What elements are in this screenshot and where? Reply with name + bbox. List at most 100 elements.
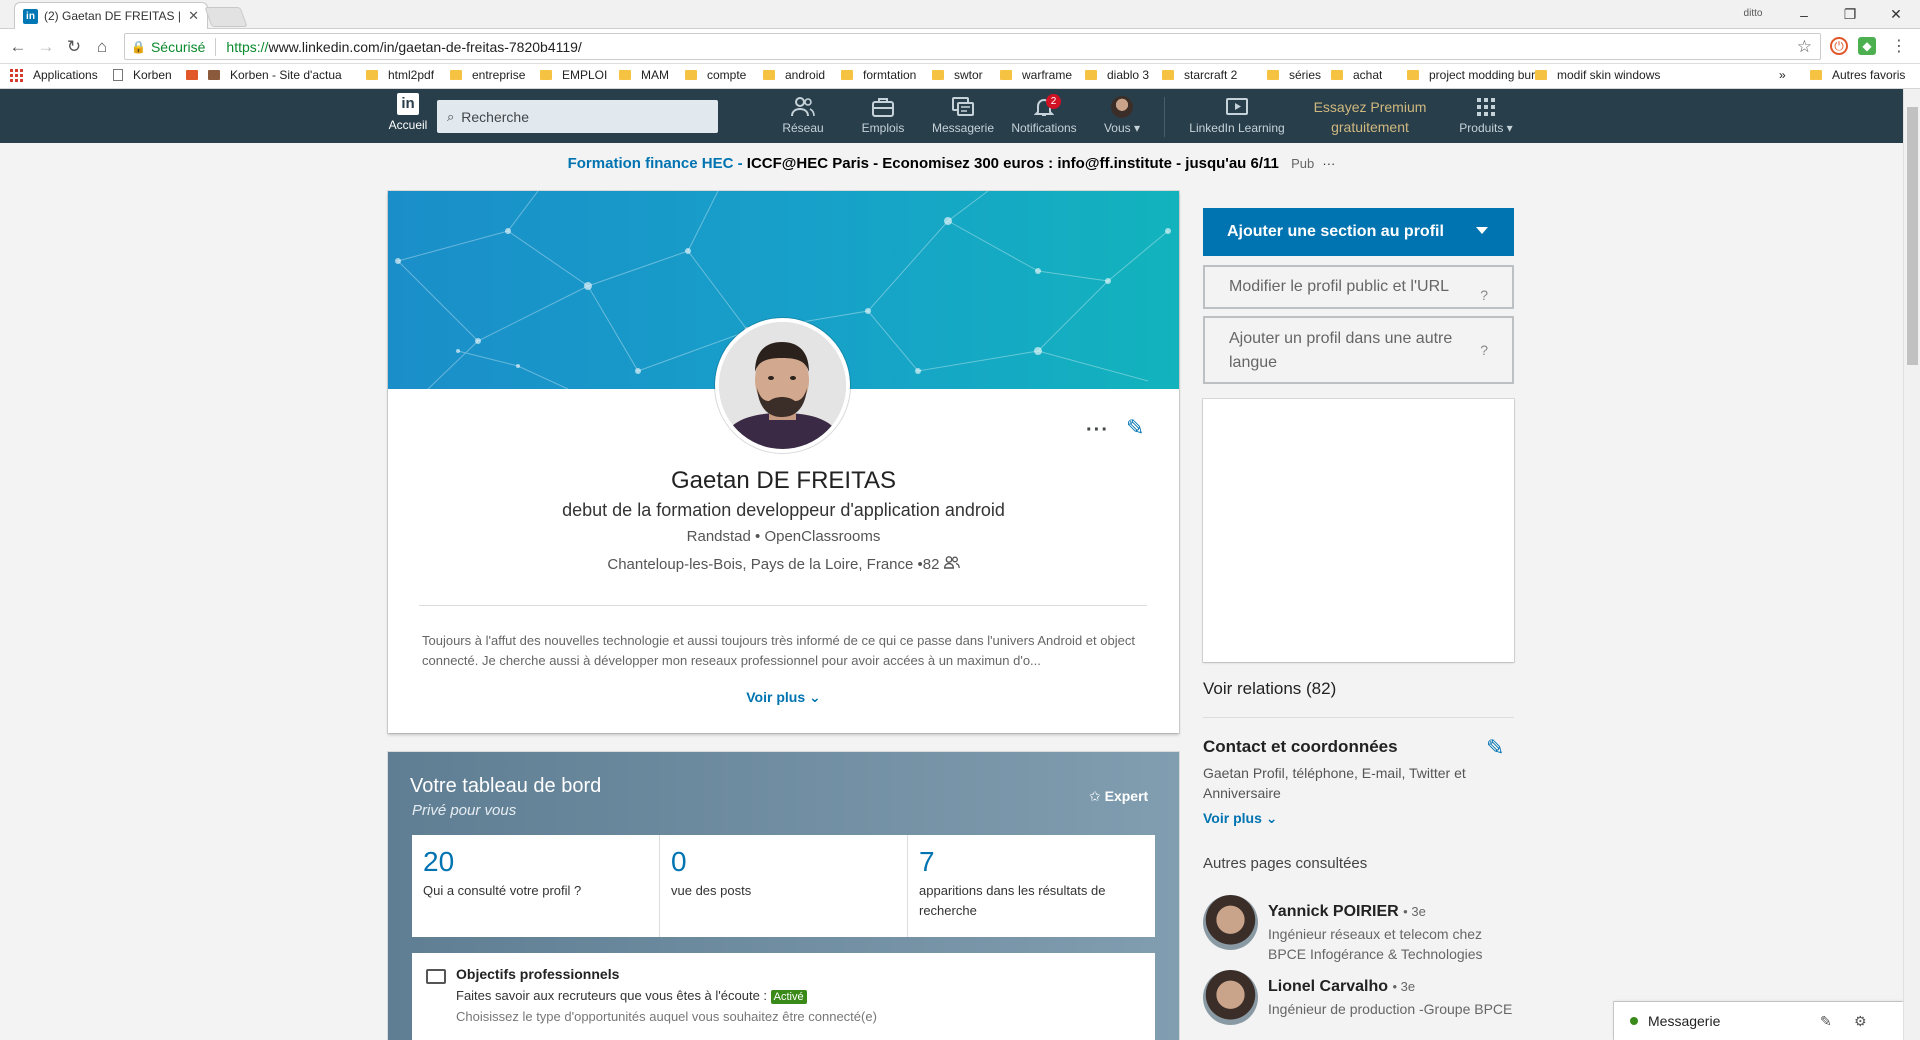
avatar[interactable] — [1203, 895, 1258, 950]
bookmark-label: entreprise — [472, 68, 526, 82]
person-role: Ingénieur réseaux et telecom chez BPCE I… — [1268, 926, 1483, 962]
bookmark-item[interactable]: Korben - Site d'actua — [186, 68, 351, 82]
bookmark-item[interactable]: Autres favoris — [1810, 68, 1905, 82]
home-link[interactable]: in Accueil — [386, 93, 430, 132]
more-options-icon[interactable]: ··· — [1086, 419, 1109, 442]
person-name[interactable]: Lionel Carvalho • 3e — [1268, 978, 1415, 996]
profile-photo[interactable] — [715, 318, 850, 453]
nav-emplois[interactable]: Emplois — [858, 96, 908, 135]
bookmark-item[interactable]: project modding bur — [1407, 68, 1537, 82]
active-badge: Activé — [770, 990, 807, 1004]
new-tab-button[interactable] — [204, 7, 248, 27]
nav-vous[interactable]: Vous ▾ — [1100, 96, 1144, 135]
stat-number: 7 — [919, 846, 935, 877]
grid-icon — [1454, 96, 1518, 118]
page-scrollbar[interactable] — [1903, 89, 1920, 1040]
bookmark-item[interactable]: warframe — [1000, 68, 1072, 82]
edit-profile-pencil-icon[interactable]: ✎ — [1126, 415, 1144, 441]
suggested-profile[interactable]: Yannick POIRIER • 3e Ingénieur réseaux e… — [1203, 895, 1533, 962]
restore-icon[interactable]: ❐ — [1827, 0, 1873, 29]
browser-window: in (2) Gaetan DE FREITAS | L ✕ ditto – ❐… — [0, 0, 1920, 1040]
messages-icon — [931, 96, 995, 118]
minimize-icon[interactable]: – — [1781, 0, 1827, 29]
messaging-bar[interactable]: Messagerie ✎ ⚙ — [1614, 1002, 1903, 1040]
bookmark-item[interactable]: formtation — [841, 68, 916, 82]
linkedin-nav: in Accueil ⌕ Recherche Réseau Emplois Me… — [0, 89, 1903, 143]
bookmark-item[interactable]: EMPLOI — [540, 68, 607, 82]
back-icon[interactable]: ← — [6, 35, 30, 59]
profile-summary: Toujours à l'affut des nouvelles technol… — [422, 633, 1135, 668]
avatar[interactable] — [1203, 970, 1258, 1025]
career-goals[interactable]: Objectifs professionnels Faites savoir a… — [412, 953, 1155, 1040]
bookmark-item[interactable]: achat — [1331, 68, 1382, 82]
bookmark-label: android — [785, 68, 826, 82]
profile-chip[interactable]: ditto — [1738, 6, 1768, 22]
nav-messagerie[interactable]: Messagerie — [931, 96, 995, 135]
premium-link[interactable]: Essayez Premium gratuitement — [1310, 97, 1430, 137]
bookmark-item[interactable]: html2pdf — [366, 68, 434, 82]
sponsored-banner[interactable]: Formation finance HEC - ICCF@HEC Paris -… — [0, 155, 1903, 172]
bookmark-item[interactable]: modif skin windows — [1535, 68, 1660, 82]
bookmark-item[interactable]: diablo 3 — [1085, 68, 1149, 82]
compose-icon[interactable]: ✎ — [1820, 1013, 1832, 1030]
bookmark-item[interactable]: MAM — [619, 68, 669, 82]
chevron-down-icon: ⌄ — [809, 689, 821, 705]
menu-icon[interactable]: ⋮ — [1890, 37, 1908, 55]
extension-icon[interactable]: ◆ — [1858, 37, 1876, 55]
close-tab-icon[interactable]: ✕ — [188, 8, 199, 24]
search-input[interactable]: ⌕ Recherche — [437, 100, 718, 133]
nav-produits[interactable]: Produits ▾ — [1454, 96, 1518, 135]
gear-icon[interactable]: ⚙ — [1854, 1013, 1867, 1030]
scrollbar-thumb[interactable] — [1907, 107, 1918, 365]
ad-more-icon[interactable]: ··· — [1322, 156, 1335, 171]
suggested-profile[interactable]: Lionel Carvalho • 3e Ingénieur de produc… — [1203, 970, 1533, 1030]
add-profile-section-button[interactable]: Ajouter une section au profil — [1203, 208, 1514, 256]
nav-notifications[interactable]: 2 Notifications — [1008, 94, 1080, 135]
tab-title: (2) Gaetan DE FREITAS | L — [44, 9, 183, 23]
security-label: Sécurisé — [150, 38, 206, 55]
see-connections-link[interactable]: Voir relations (82) — [1203, 679, 1336, 699]
see-more-link[interactable]: Voir plus ⌄ — [388, 689, 1179, 706]
browser-tab[interactable]: in (2) Gaetan DE FREITAS | L ✕ — [14, 2, 208, 29]
close-window-icon[interactable]: ✕ — [1873, 0, 1919, 29]
nav-learning[interactable]: LinkedIn Learning — [1184, 96, 1290, 135]
nav-label: Emplois — [861, 121, 905, 135]
nav-label: Messagerie — [931, 121, 995, 135]
url-protocol: https:// — [226, 38, 269, 55]
reload-icon[interactable]: ↻ — [62, 35, 86, 59]
extension-icon[interactable]: ⏻ — [1830, 37, 1848, 55]
help-icon[interactable]: ? — [1480, 338, 1488, 362]
bookmark-label: Korben - Site d'actua — [230, 68, 342, 82]
edit-contact-pencil-icon[interactable]: ✎ — [1486, 735, 1504, 761]
forward-icon[interactable]: → — [34, 35, 58, 59]
chevron-down-icon: ⌄ — [1265, 810, 1278, 826]
connections-icon[interactable] — [943, 556, 960, 573]
more-bookmarks-button[interactable]: » — [1779, 68, 1786, 82]
bookmark-item[interactable]: entreprise — [450, 68, 525, 82]
bookmark-item[interactable]: starcraft 2 — [1162, 68, 1237, 82]
url-text[interactable]: https://www.linkedin.com/in/gaetan-de-fr… — [226, 39, 581, 55]
person-name[interactable]: Yannick POIRIER • 3e — [1268, 903, 1426, 921]
bookmark-item[interactable]: swtor — [932, 68, 983, 82]
bookmark-item[interactable]: compte — [685, 68, 746, 82]
bookmark-item[interactable]: Applications — [10, 68, 98, 82]
nav-reseau[interactable]: Réseau — [781, 96, 825, 135]
ad-link[interactable]: Formation finance HEC - — [568, 155, 743, 172]
add-language-profile-button[interactable]: Ajouter un profil dans une autre langue … — [1203, 316, 1514, 384]
expert-label: Expert — [1104, 788, 1149, 804]
help-icon[interactable]: ? — [1480, 275, 1488, 315]
bookmark-item[interactable]: android — [763, 68, 825, 82]
bookmark-item[interactable]: séries — [1267, 68, 1321, 82]
stat-post-views[interactable]: 0 vue des posts — [660, 835, 908, 937]
stat-search-appearances[interactable]: 7 apparitions dans les résultats de rech… — [908, 835, 1155, 937]
bell-icon: 2 — [1008, 94, 1080, 118]
stat-profile-views[interactable]: 20 Qui a consulté votre profil ? — [412, 835, 660, 937]
expert-badge[interactable]: ✩ Expert — [1089, 788, 1148, 805]
caret-down-icon — [1476, 227, 1488, 234]
bookmark-item[interactable]: Korben — [113, 68, 172, 82]
edit-public-profile-button[interactable]: Modifier le profil public et l'URL ? — [1203, 265, 1514, 309]
bookmark-star-icon[interactable]: ☆ — [1797, 37, 1812, 57]
omnibox[interactable]: 🔒 Sécurisé https://www.linkedin.com/in/g… — [124, 33, 1821, 60]
contact-see-more-link[interactable]: Voir plus ⌄ — [1203, 810, 1277, 827]
home-icon[interactable]: ⌂ — [90, 35, 114, 59]
